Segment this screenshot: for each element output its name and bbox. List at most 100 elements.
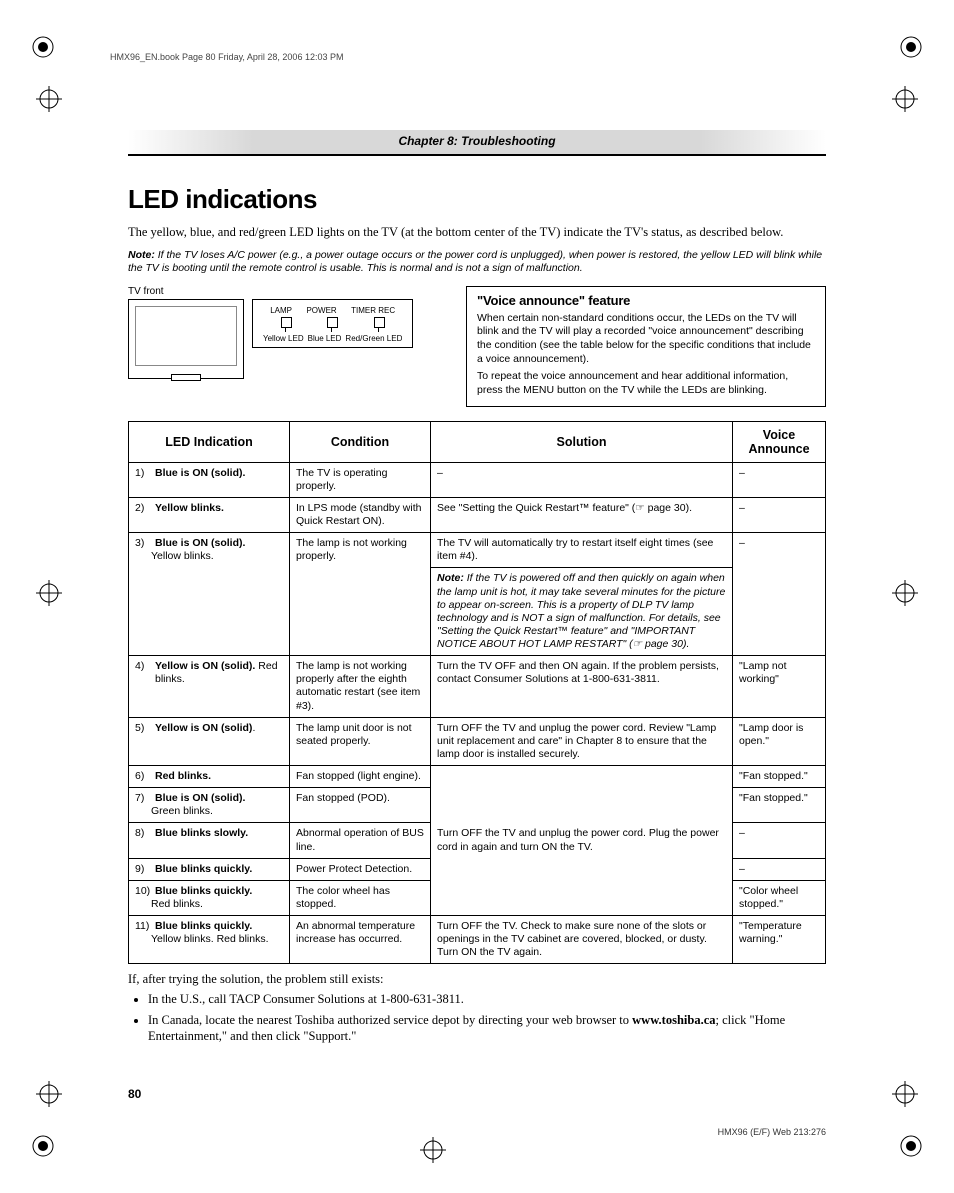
- bullet-text: In Canada, locate the nearest Toshiba au…: [148, 1013, 632, 1027]
- voice-announce-p2: To repeat the voice announcement and hea…: [477, 370, 815, 397]
- row-cond: The lamp unit door is not seated properl…: [290, 717, 431, 765]
- voice-announce-box: "Voice announce" feature When certain no…: [466, 286, 826, 407]
- redgreen-led-label: Red/Green LED: [345, 334, 402, 343]
- row-led-rest: .: [252, 722, 255, 734]
- page-number: 80: [128, 1087, 141, 1101]
- top-note-text: If the TV loses A/C power (e.g., a power…: [128, 249, 822, 275]
- row-idx: 5): [135, 722, 151, 735]
- footer-code: HMX96 (E/F) Web 213:276: [718, 1127, 826, 1137]
- led-indication-table: LED Indication Condition Solution Voice …: [128, 421, 826, 965]
- row-idx: 6): [135, 770, 151, 783]
- row-idx: 4): [135, 660, 151, 686]
- row-idx: 7): [135, 792, 151, 805]
- row-va: "Color wheel stopped.": [733, 880, 826, 915]
- toshiba-url: www.toshiba.ca: [632, 1013, 715, 1027]
- row-va: –: [733, 858, 826, 880]
- table-row: 6) Red blinks. Fan stopped (light engine)…: [129, 766, 826, 788]
- note-label: Note:: [128, 249, 155, 261]
- row-cond: In LPS mode (standby with Quick Restart …: [290, 497, 431, 532]
- voice-announce-p1: When certain non-standard conditions occ…: [477, 312, 815, 367]
- led-callout-box: LAMP POWER TIMER REC Yellow LED Blue LED…: [252, 299, 413, 348]
- row-sol: –: [431, 462, 733, 497]
- row-va: "Lamp not working": [733, 656, 826, 718]
- table-row: 2) Yellow blinks. In LPS mode (standby wi…: [129, 497, 826, 532]
- row-va: –: [733, 497, 826, 532]
- row-sol-note: If the TV is powered off and then quickl…: [437, 572, 725, 650]
- row-va: "Fan stopped.": [733, 766, 826, 788]
- row-led-rest: Green blinks.: [135, 805, 283, 818]
- row-va: –: [733, 533, 826, 656]
- power-label: POWER: [306, 306, 336, 315]
- row-led: Blue blinks quickly.: [155, 885, 252, 898]
- row-cond: The TV is operating properly.: [290, 462, 431, 497]
- th-led: LED Indication: [129, 421, 290, 462]
- chapter-heading: Chapter 8: Troubleshooting: [128, 130, 826, 156]
- row-va: "Temperature warning.": [733, 916, 826, 964]
- row-led: Blue blinks slowly.: [155, 827, 248, 840]
- row-idx: 3): [135, 537, 151, 550]
- row-sol-shared: Turn OFF the TV and unplug the power cor…: [431, 766, 733, 916]
- led-square-icon: [281, 317, 292, 328]
- row-cond: The lamp is not working properly after t…: [290, 656, 431, 718]
- row-led: Red blinks.: [155, 770, 211, 783]
- table-row: 1) Blue is ON (solid). The TV is operatin…: [129, 462, 826, 497]
- th-cond: Condition: [290, 421, 431, 462]
- row-cond: Fan stopped (light engine).: [290, 766, 431, 788]
- table-row: 4)Yellow is ON (solid). Red blinks. The …: [129, 656, 826, 718]
- blue-led-label: Blue LED: [308, 334, 342, 343]
- row-idx: 2): [135, 502, 151, 515]
- row-cond: An abnormal temperature increase has occ…: [290, 916, 431, 964]
- row-led: Yellow blinks.: [155, 502, 224, 515]
- row-sol: The TV will automatically try to restart…: [431, 533, 733, 568]
- row-led: Blue is ON (solid).: [155, 537, 245, 550]
- row-led: Blue is ON (solid).: [155, 792, 245, 805]
- row-led: Blue blinks quickly.: [155, 920, 252, 933]
- row-cond: Fan stopped (POD).: [290, 788, 431, 823]
- tv-front-label: TV front: [128, 286, 448, 297]
- after-table-list: In the U.S., call TACP Consumer Solution…: [136, 991, 826, 1044]
- row-idx: 9): [135, 863, 151, 876]
- row-cond: Power Protect Detection.: [290, 858, 431, 880]
- row-idx: 8): [135, 827, 151, 840]
- row-cond: The color wheel has stopped.: [290, 880, 431, 915]
- row-sol: Turn the TV OFF and then ON again. If th…: [431, 656, 733, 718]
- intro-paragraph: The yellow, blue, and red/green LED ligh…: [128, 225, 826, 241]
- row-led: Yellow is ON (solid).: [155, 660, 255, 672]
- row-va: –: [733, 462, 826, 497]
- table-row: 3) Blue is ON (solid). Yellow blinks. The…: [129, 533, 826, 568]
- row-led: Blue blinks quickly.: [155, 863, 252, 876]
- row-led-rest: Red blinks.: [135, 898, 283, 911]
- th-va: Voice Announce: [733, 421, 826, 462]
- yellow-led-label: Yellow LED: [263, 334, 304, 343]
- table-row: 11) Blue blinks quickly.Yellow blinks. Re…: [129, 916, 826, 964]
- tv-front-illustration: [128, 299, 244, 379]
- row-led: Yellow is ON (solid): [155, 722, 252, 734]
- row-cond: Abnormal operation of BUS line.: [290, 823, 431, 858]
- top-note: Note: If the TV loses A/C power (e.g., a…: [128, 249, 826, 276]
- tv-diagram-column: TV front LAMP POWER TIMER REC: [128, 286, 448, 407]
- page-content: Chapter 8: Troubleshooting LED indicatio…: [0, 0, 954, 1193]
- row-sol: Turn OFF the TV. Check to make sure none…: [431, 916, 733, 964]
- row-idx: 10): [135, 885, 151, 898]
- led-square-icon: [374, 317, 385, 328]
- list-item: In the U.S., call TACP Consumer Solution…: [148, 991, 826, 1007]
- row-sol: See "Setting the Quick Restart™ feature"…: [431, 497, 733, 532]
- list-item: In Canada, locate the nearest Toshiba au…: [148, 1012, 826, 1045]
- led-square-icon: [327, 317, 338, 328]
- row-va: "Fan stopped.": [733, 788, 826, 823]
- row-led: Blue is ON (solid).: [155, 467, 245, 480]
- row-idx: 11): [135, 920, 151, 933]
- note-label: Note:: [437, 572, 464, 584]
- row-va: "Lamp door is open.": [733, 717, 826, 765]
- after-table-text: If, after trying the solution, the probl…: [128, 972, 826, 987]
- page-title: LED indications: [128, 184, 826, 215]
- th-sol: Solution: [431, 421, 733, 462]
- row-sol: Turn OFF the TV and unplug the power cor…: [431, 717, 733, 765]
- table-row: 5) Yellow is ON (solid). The lamp unit do…: [129, 717, 826, 765]
- row-idx: 1): [135, 467, 151, 480]
- lamp-label: LAMP: [270, 306, 292, 315]
- row-led-rest: Yellow blinks. Red blinks.: [135, 933, 283, 946]
- row-led-rest: Yellow blinks.: [135, 550, 283, 563]
- timer-label: TIMER REC: [351, 306, 395, 315]
- row-cond: The lamp is not working properly.: [290, 533, 431, 656]
